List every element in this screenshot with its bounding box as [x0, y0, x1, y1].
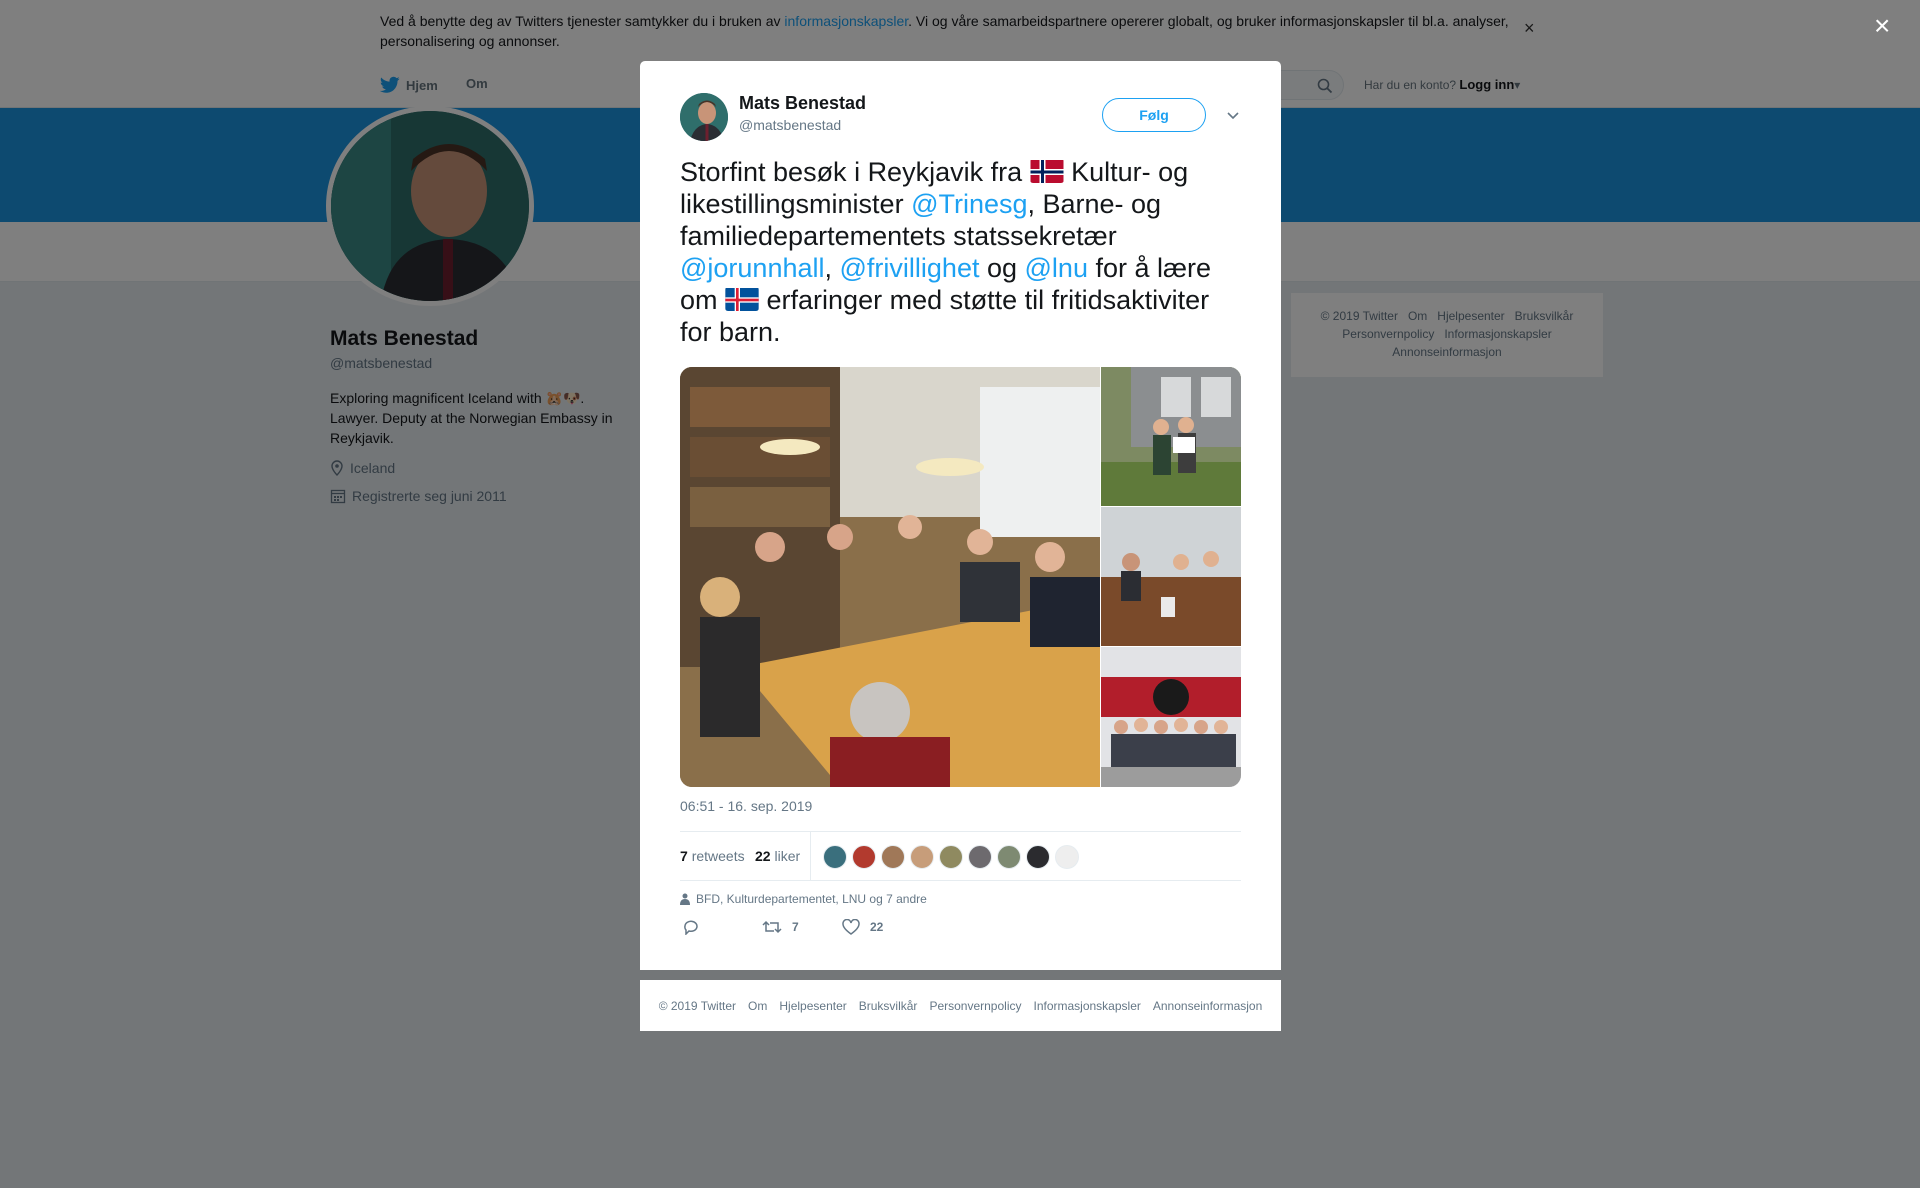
liker-avatar[interactable]	[1055, 845, 1079, 869]
liked-by-context[interactable]: BFD, Kulturdepartementet, LNU og 7 andre	[680, 892, 927, 906]
mention-link[interactable]: @Trinesg	[911, 189, 1027, 219]
footer-link[interactable]: Bruksvilkår	[859, 999, 918, 1013]
author-avatar[interactable]	[680, 93, 728, 141]
liker-avatars	[823, 845, 1079, 869]
footer-link[interactable]: Hjelpesenter	[779, 999, 846, 1013]
footer-link[interactable]: Informasjonskapsler	[1033, 999, 1140, 1013]
like-button[interactable]: 22	[842, 919, 883, 935]
tweet-photo-group[interactable]	[1101, 647, 1241, 787]
chevron-down-icon[interactable]	[1223, 105, 1243, 125]
liker-avatar[interactable]	[1026, 845, 1050, 869]
tweet-photo-meeting[interactable]	[680, 367, 1100, 787]
person-icon	[680, 893, 690, 905]
iceland-flag-icon	[725, 287, 759, 311]
footer-link[interactable]: Annonseinformasjon	[1153, 999, 1262, 1013]
retweet-button[interactable]: 7	[762, 919, 799, 935]
tweet-photo-conference[interactable]	[1101, 507, 1241, 646]
reply-button[interactable]	[682, 919, 700, 935]
stats-divider	[810, 832, 811, 880]
liker-avatar[interactable]	[939, 845, 963, 869]
retweets-stat[interactable]: 7 retweets	[680, 848, 745, 864]
mention-link[interactable]: @jorunnhall	[680, 253, 825, 283]
mention-link[interactable]: @frivillighet	[840, 253, 980, 283]
liker-avatar[interactable]	[881, 845, 905, 869]
reply-icon	[684, 920, 698, 935]
like-count: 22	[870, 920, 884, 934]
liker-avatar[interactable]	[823, 845, 847, 869]
norway-flag-icon	[1030, 159, 1064, 183]
mention-link[interactable]: @lnu	[1025, 253, 1088, 283]
follow-button[interactable]: Følg	[1102, 98, 1206, 132]
tweet-stats: 7 retweets 22 liker	[680, 831, 1241, 881]
tweet-actions: 7 22	[680, 919, 980, 945]
liker-avatar[interactable]	[968, 845, 992, 869]
retweet-count: 7	[792, 920, 799, 934]
tweet-modal: Mats Benestad @matsbenestad Følg Storfin…	[640, 61, 1281, 970]
liker-avatar[interactable]	[910, 845, 934, 869]
tweet-text: Storfint besøk i Reykjavik fra Kultur- o…	[680, 157, 1212, 347]
footer-link[interactable]: Personvernpolicy	[929, 999, 1021, 1013]
liker-avatar[interactable]	[852, 845, 876, 869]
close-icon[interactable]: ×	[1874, 12, 1890, 40]
tweet-photo-outdoor[interactable]	[1101, 367, 1241, 506]
retweet-icon	[762, 920, 782, 934]
footer-link[interactable]: Om	[748, 999, 767, 1013]
tweet-timestamp[interactable]: 06:51 - 16. sep. 2019	[680, 798, 812, 814]
tweet-author-handle[interactable]: @matsbenestad	[739, 117, 841, 133]
tweet-media-grid	[680, 367, 1241, 787]
tweet-author-name[interactable]: Mats Benestad	[739, 93, 866, 114]
footer-link[interactable]: © 2019 Twitter	[659, 999, 736, 1013]
heart-icon	[842, 919, 860, 935]
modal-footer: © 2019 Twitter Om Hjelpesenter Bruksvilk…	[640, 980, 1281, 1031]
liker-avatar[interactable]	[997, 845, 1021, 869]
likes-stat[interactable]: 22 liker	[755, 848, 800, 864]
